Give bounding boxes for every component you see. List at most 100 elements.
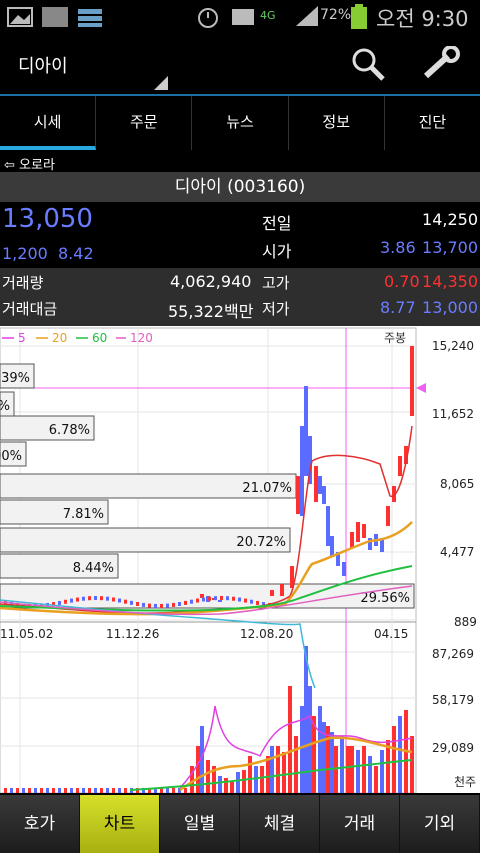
- high-value: 14,350: [422, 272, 478, 291]
- volume-tick: 87,269: [432, 647, 474, 661]
- candle: [244, 598, 247, 603]
- nav-orderbook[interactable]: 호가: [0, 795, 80, 853]
- volume-bar: [124, 788, 127, 793]
- notification-icons: [7, 7, 102, 27]
- volume-bar: [22, 788, 25, 793]
- candle: [300, 426, 304, 516]
- candle: [232, 596, 235, 601]
- volume-bar: [410, 736, 414, 793]
- profile-bar: 7.81%: [0, 499, 109, 525]
- volume-bar: [76, 788, 79, 793]
- search-icon[interactable]: [350, 46, 386, 82]
- candle: [94, 596, 97, 601]
- candle: [106, 596, 109, 601]
- profile-label: 8.44%: [73, 561, 114, 576]
- volume-bar: [112, 788, 115, 793]
- volume-bar: [206, 760, 210, 793]
- nav-chart[interactable]: 차트: [80, 795, 160, 853]
- candle: [280, 584, 284, 596]
- stock-name-selector[interactable]: 디아이: [18, 52, 68, 78]
- high-percent: 0.70: [384, 272, 420, 291]
- stock-title: 디아이 (003160): [0, 172, 480, 202]
- dropdown-triangle-icon[interactable]: [152, 74, 170, 90]
- battery-percent: 72%: [320, 7, 352, 23]
- candle: [202, 597, 205, 602]
- prev-close-value: 14,250: [422, 210, 478, 229]
- change-value: 1,200: [2, 244, 48, 263]
- volume-unit: 천주: [454, 774, 476, 789]
- volume-bar: [46, 788, 49, 793]
- volume-bar: [392, 726, 396, 793]
- tab-info[interactable]: 정보: [289, 96, 385, 150]
- volume-bar: [82, 788, 85, 793]
- profile-label: %: [0, 399, 10, 414]
- volume-axis: 87,269 58,179 29,089 천주: [432, 647, 476, 789]
- tab-order[interactable]: 주문: [96, 96, 193, 150]
- candle: [256, 600, 259, 605]
- clock: 오전 9:30: [376, 7, 469, 31]
- candle: [238, 597, 241, 602]
- volume-bar: [330, 732, 334, 793]
- profile-bar: 21.07%: [0, 473, 297, 499]
- price-chart[interactable]: 39%% 6.78% 00% 21.07% 7.81% 20.72% 8.44% 29.56%…: [0, 326, 480, 794]
- candle: [208, 596, 211, 601]
- nav-broker[interactable]: 거래: [320, 795, 400, 853]
- back-link[interactable]: ⇦ 오로라: [4, 154, 55, 173]
- price-tick: 15,240: [432, 339, 474, 353]
- open-label: 시가: [262, 242, 292, 261]
- candle: [362, 524, 366, 538]
- quote-detail-panel: 거래량 4,062,940 고가 0.70 14,350 거래대금 55,322…: [0, 268, 480, 326]
- date-tick: 11.05.02: [0, 627, 53, 641]
- volume-bar: [350, 746, 354, 793]
- volume-bar: [4, 788, 7, 793]
- volume-bar: [294, 736, 298, 793]
- tab-quote[interactable]: 시세: [0, 96, 97, 150]
- profile-label: 00%: [0, 449, 22, 464]
- volume-bar: [10, 788, 13, 793]
- nav-trades[interactable]: 체결: [240, 795, 320, 853]
- nav-foreign[interactable]: 기외: [400, 795, 480, 853]
- tab-news[interactable]: 뉴스: [192, 96, 289, 150]
- volume-bar: [266, 756, 270, 793]
- bottom-nav: 호가 차트 일별 체결 거래 기외: [0, 795, 480, 853]
- price-tick: 4,477: [440, 545, 474, 559]
- volume-bar: [368, 756, 372, 793]
- volume-bar: [334, 746, 338, 793]
- volume-bar: [64, 788, 67, 793]
- candle: [356, 522, 360, 542]
- volume-bar: [100, 788, 103, 793]
- chart-period: 주봉: [384, 331, 406, 345]
- settings-wrench-icon[interactable]: [420, 46, 462, 82]
- app-header: 디아이: [0, 34, 480, 96]
- candle: [196, 598, 199, 603]
- candle: [410, 346, 414, 416]
- candle: [118, 598, 121, 603]
- profile-bar: %: [0, 391, 15, 417]
- candle: [82, 596, 85, 601]
- candle: [398, 456, 402, 476]
- candle: [342, 562, 346, 576]
- volume-bar: [270, 746, 274, 793]
- candle: [136, 601, 139, 606]
- tab-diagnosis[interactable]: 진단: [385, 96, 480, 150]
- volume-bar: [340, 736, 344, 793]
- low-label: 저가: [262, 300, 290, 318]
- price-tick: 889: [454, 615, 477, 629]
- candle: [200, 594, 204, 598]
- candle: [250, 599, 253, 604]
- volume-bar: [346, 746, 350, 793]
- price-marker-icon: [416, 383, 426, 393]
- candle: [326, 506, 330, 546]
- open-value: 13,700: [422, 238, 478, 257]
- candle: [190, 599, 193, 604]
- volume-bar: [106, 788, 109, 793]
- candle: [350, 532, 354, 548]
- svg-text:4G: 4G: [260, 9, 276, 22]
- high-label: 고가: [262, 274, 290, 292]
- low-percent: 8.77: [380, 298, 416, 317]
- date-tick: 12.08.20: [240, 627, 293, 641]
- volume-bar: [242, 770, 246, 793]
- volume-bar: [374, 766, 378, 793]
- volume-bar: [230, 782, 234, 793]
- nav-daily[interactable]: 일별: [160, 795, 240, 853]
